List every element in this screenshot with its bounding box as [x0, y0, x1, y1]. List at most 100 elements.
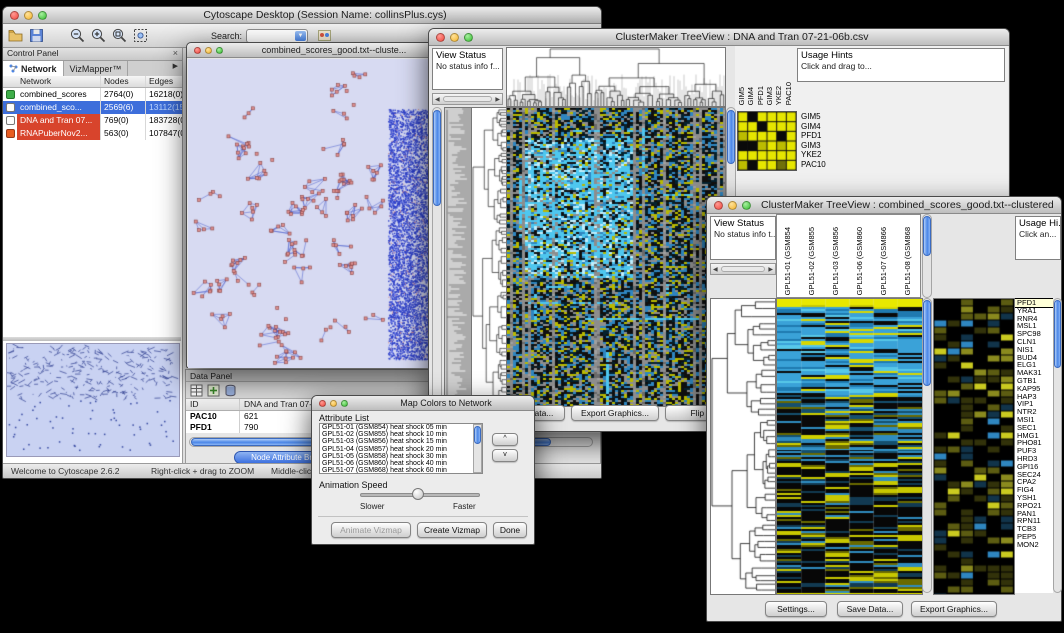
- row-dendrogram[interactable]: [710, 298, 776, 595]
- minimize-button[interactable]: [24, 11, 33, 20]
- attribute-item[interactable]: GPL51-05 (GSM858) heat shock 30 min: [320, 453, 482, 460]
- scrollbar-thumb[interactable]: [474, 426, 481, 444]
- network-row[interactable]: DNA and Tran 07...769(0)183728(0): [3, 114, 182, 127]
- dendrogram-vscrollbar[interactable]: [432, 107, 442, 405]
- pan-left-icon[interactable]: ◀: [711, 266, 720, 273]
- search-input[interactable]: ▼: [246, 29, 308, 43]
- tab-vizmapper-label: VizMapper™: [70, 64, 122, 74]
- export-graphics-button[interactable]: Export Graphics...: [571, 405, 659, 421]
- zoom-button[interactable]: [341, 400, 348, 407]
- close-button[interactable]: [319, 400, 326, 407]
- attribute-list[interactable]: GPL51-01 (GSM854) heat shock 05 minGPL51…: [319, 423, 483, 474]
- column-dendrogram[interactable]: [506, 47, 726, 107]
- attribute-list-scrollbar[interactable]: [473, 424, 482, 473]
- dialog-titlebar[interactable]: Map Colors to Network: [312, 396, 534, 411]
- network-overview-thumbnail[interactable]: [6, 343, 180, 457]
- zoom-button[interactable]: [464, 33, 473, 42]
- minimize-button[interactable]: [450, 33, 459, 42]
- main-titlebar[interactable]: Cytoscape Desktop (Session Name: collins…: [3, 7, 601, 24]
- scrollbar-thumb[interactable]: [433, 110, 441, 206]
- pan-track[interactable]: [443, 96, 493, 102]
- network-view-title: combined_scores_good.txt--cluste...: [241, 45, 427, 55]
- expression-heatmap[interactable]: [506, 107, 726, 407]
- animate-vizmap-button[interactable]: Animate Vizmap: [331, 522, 411, 538]
- scrollbar-thumb[interactable]: [923, 216, 931, 256]
- move-up-button[interactable]: ^: [492, 433, 518, 446]
- map-colors-dialog: Map Colors to Network Attribute List GPL…: [311, 395, 535, 545]
- open-folder-icon[interactable]: [7, 27, 24, 44]
- scrollbar-thumb[interactable]: [923, 300, 931, 386]
- tab-network[interactable]: Network: [3, 61, 64, 76]
- animation-speed-label: Animation Speed: [319, 480, 388, 490]
- panel-splitter[interactable]: [3, 337, 181, 341]
- scrollbar-thumb[interactable]: [1054, 300, 1061, 368]
- row-dendrogram-dense[interactable]: [444, 107, 472, 407]
- speed-slider-thumb[interactable]: [412, 488, 424, 500]
- attribute-item[interactable]: GPL51-04 (GSM857) heat shock 20 min: [320, 446, 482, 453]
- close-button[interactable]: [10, 11, 19, 20]
- network-edges: 16218(0): [146, 88, 182, 101]
- attribute-item[interactable]: GPL51-06 (GSM860) heat shock 40 min: [320, 460, 482, 467]
- pan-left-icon[interactable]: ◀: [433, 96, 442, 103]
- zoom-row-label: GIM4: [801, 122, 826, 132]
- network-table-rows: combined_scores2764(0)16218(0)combined_s…: [3, 88, 182, 140]
- pan-track[interactable]: [721, 266, 766, 272]
- zoom-row-label: GIM5: [801, 112, 826, 122]
- attribute-item[interactable]: GPL51-07 (GSM868) heat shock 60 min: [320, 467, 482, 474]
- gene-label[interactable]: MON2: [1015, 541, 1053, 549]
- zoom-button[interactable]: [742, 201, 751, 210]
- close-panel-icon[interactable]: ×: [173, 48, 178, 58]
- search-dropdown-icon[interactable]: ▼: [295, 31, 306, 41]
- export-graphics-button[interactable]: Export Graphics...: [911, 601, 997, 617]
- settings-button[interactable]: Settings...: [765, 601, 827, 617]
- secondary-heatmap[interactable]: [933, 298, 1015, 595]
- attribute-create-icon[interactable]: [207, 384, 220, 397]
- attribute-item[interactable]: GPL51-01 (GSM854) heat shock 05 min: [320, 424, 482, 431]
- zoom-out-icon[interactable]: [69, 27, 86, 44]
- zoom-button[interactable]: [216, 47, 223, 54]
- control-panel-header: Control Panel ×: [3, 48, 183, 61]
- minimize-button[interactable]: [728, 201, 737, 210]
- pan-right-icon[interactable]: ▶: [493, 96, 502, 103]
- row-dendrogram[interactable]: [471, 107, 507, 407]
- col-edges: Edges: [146, 76, 182, 87]
- pan-right-icon[interactable]: ▶: [766, 266, 775, 273]
- zoom-fit-icon[interactable]: [132, 27, 149, 44]
- network-row[interactable]: combined_scores2764(0)16218(0): [3, 88, 182, 101]
- row-id: PAC10: [186, 411, 240, 422]
- matrix-icon[interactable]: [224, 384, 237, 397]
- close-button[interactable]: [436, 33, 445, 42]
- network-view-titlebar[interactable]: combined_scores_good.txt--cluste...: [187, 43, 435, 58]
- attribute-item[interactable]: GPL51-03 (GSM856) heat shock 15 min: [320, 438, 482, 445]
- label-vscrollbar[interactable]: [922, 214, 932, 298]
- expression-heatmap[interactable]: [776, 298, 923, 595]
- minimize-button[interactable]: [330, 400, 337, 407]
- save-data-button[interactable]: Save Data...: [837, 601, 903, 617]
- save-icon[interactable]: [28, 27, 45, 44]
- close-button[interactable]: [714, 201, 723, 210]
- zoom-in-icon[interactable]: [90, 27, 107, 44]
- heatmap-vscrollbar[interactable]: [922, 298, 932, 593]
- zoom-button[interactable]: [38, 11, 47, 20]
- dna-treeview-titlebar[interactable]: ClusterMaker TreeView : DNA and Tran 07-…: [429, 29, 1009, 46]
- combined-treeview-titlebar[interactable]: ClusterMaker TreeView : combined_scores_…: [707, 197, 1061, 214]
- close-button[interactable]: [194, 47, 201, 54]
- minimize-button[interactable]: [205, 47, 212, 54]
- view-status-text: No status info t...: [714, 229, 772, 239]
- zoom-heatmap[interactable]: [737, 111, 797, 171]
- network-row[interactable]: combined_sco...2569(6)13112(15): [3, 101, 182, 114]
- network-graph-canvas[interactable]: [188, 59, 436, 368]
- gene-list-vscrollbar[interactable]: [1053, 298, 1062, 593]
- attribute-select-icon[interactable]: [190, 384, 203, 397]
- tab-vizmapper[interactable]: VizMapper™: [64, 61, 129, 76]
- tab-overflow-icon[interactable]: ▶: [169, 61, 182, 76]
- network-row[interactable]: RNAPuberNov2...563(0)107847(0): [3, 127, 182, 140]
- create-vizmap-button[interactable]: Create Vizmap: [417, 522, 487, 538]
- done-button[interactable]: Done: [493, 522, 527, 538]
- move-down-button[interactable]: v: [492, 449, 518, 462]
- array-column-label: GPL51-08 (GSM868: [903, 227, 912, 295]
- zoom-selected-icon[interactable]: [111, 27, 128, 44]
- scrollbar-thumb[interactable]: [727, 110, 735, 164]
- array-column-label: GPL51-03 (GSM856: [831, 227, 840, 295]
- attribute-item[interactable]: GPL51-02 (GSM855) heat shock 10 min: [320, 431, 482, 438]
